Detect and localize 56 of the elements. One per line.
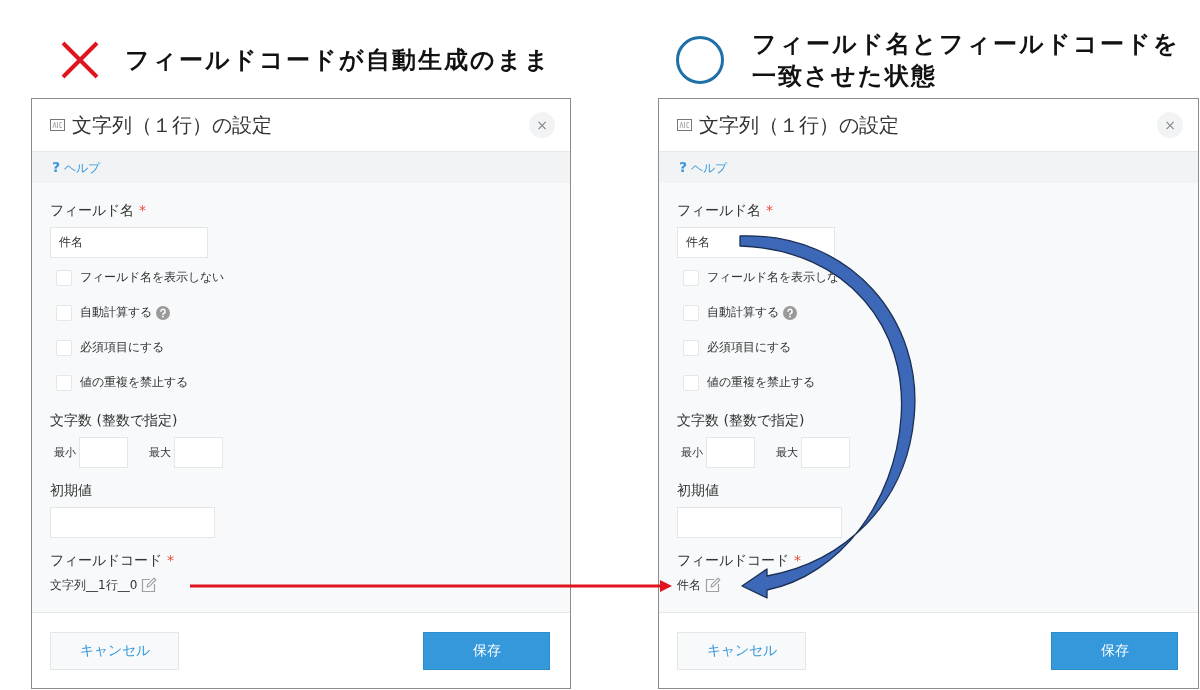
dialog-title: 文字列（１行）の設定: [699, 111, 899, 139]
checkbox-label: 必須項目にする: [707, 339, 791, 356]
checkbox-label: 自動計算する: [707, 304, 779, 321]
field-label: フィールド名 *: [677, 201, 773, 220]
field-label: 初期値: [677, 481, 719, 500]
checkbox[interactable]: [683, 339, 699, 356]
checkbox[interactable]: [56, 304, 72, 321]
number-input[interactable]: [706, 437, 755, 468]
checkbox-label: 値の重複を禁止する: [707, 374, 815, 391]
help-icon[interactable]: [156, 305, 170, 320]
close-button[interactable]: ×: [529, 112, 555, 138]
max-label: 最大: [149, 445, 171, 460]
number-input[interactable]: [79, 437, 128, 468]
text-input[interactable]: [677, 507, 842, 538]
checkbox[interactable]: [683, 269, 699, 286]
close-button[interactable]: ×: [1157, 112, 1183, 138]
field-code-value: 件名: [677, 576, 701, 594]
help-link[interactable]: ? ヘルプ: [52, 158, 101, 177]
save-button[interactable]: 保存: [1051, 631, 1178, 670]
field-label: 文字数 (整数で指定): [50, 411, 178, 430]
min-label: 最小: [681, 445, 703, 460]
checkbox[interactable]: [56, 374, 72, 391]
cancel-button[interactable]: キャンセル: [50, 631, 179, 670]
min-label: 最小: [54, 445, 76, 460]
checkbox-label: 必須項目にする: [80, 339, 164, 356]
checkbox[interactable]: [56, 269, 72, 286]
text-field-icon: [677, 119, 692, 131]
help-icon[interactable]: [783, 305, 797, 320]
dialog-title: 文字列（１行）の設定: [72, 111, 272, 139]
checkbox-label: 値の重複を禁止する: [80, 374, 188, 391]
field-label: 初期値: [50, 481, 92, 500]
edit-icon[interactable]: [705, 577, 721, 593]
field-label: フィールドコード *: [677, 551, 801, 570]
number-input[interactable]: [174, 437, 223, 468]
edit-icon[interactable]: [141, 577, 158, 593]
number-input[interactable]: [801, 437, 850, 468]
checkbox-label: 自動計算する: [80, 304, 152, 321]
field-code-value: 文字列__1行__0: [50, 576, 138, 594]
cross-icon: [60, 40, 100, 80]
text-input[interactable]: 件名: [50, 227, 208, 258]
field-label: 文字数 (整数で指定): [677, 411, 805, 430]
cancel-button[interactable]: キャンセル: [677, 631, 806, 670]
save-button[interactable]: 保存: [423, 631, 550, 670]
checkbox[interactable]: [683, 304, 699, 321]
text-field-icon: [50, 119, 65, 131]
max-label: 最大: [776, 445, 798, 460]
caption-text: フィールドコードが自動生成のまま: [125, 45, 552, 76]
caption-text: フィールド名とフィールドコードを一致させた状態: [752, 29, 1181, 92]
circle-icon: [676, 36, 724, 84]
checkbox[interactable]: [56, 339, 72, 356]
text-input[interactable]: [50, 507, 215, 538]
field-label: フィールド名 *: [50, 201, 146, 220]
checkbox[interactable]: [683, 374, 699, 391]
help-link[interactable]: ? ヘルプ: [679, 158, 728, 177]
field-label: フィールドコード *: [50, 551, 174, 570]
checkbox-label: フィールド名を表示しない: [80, 269, 224, 286]
